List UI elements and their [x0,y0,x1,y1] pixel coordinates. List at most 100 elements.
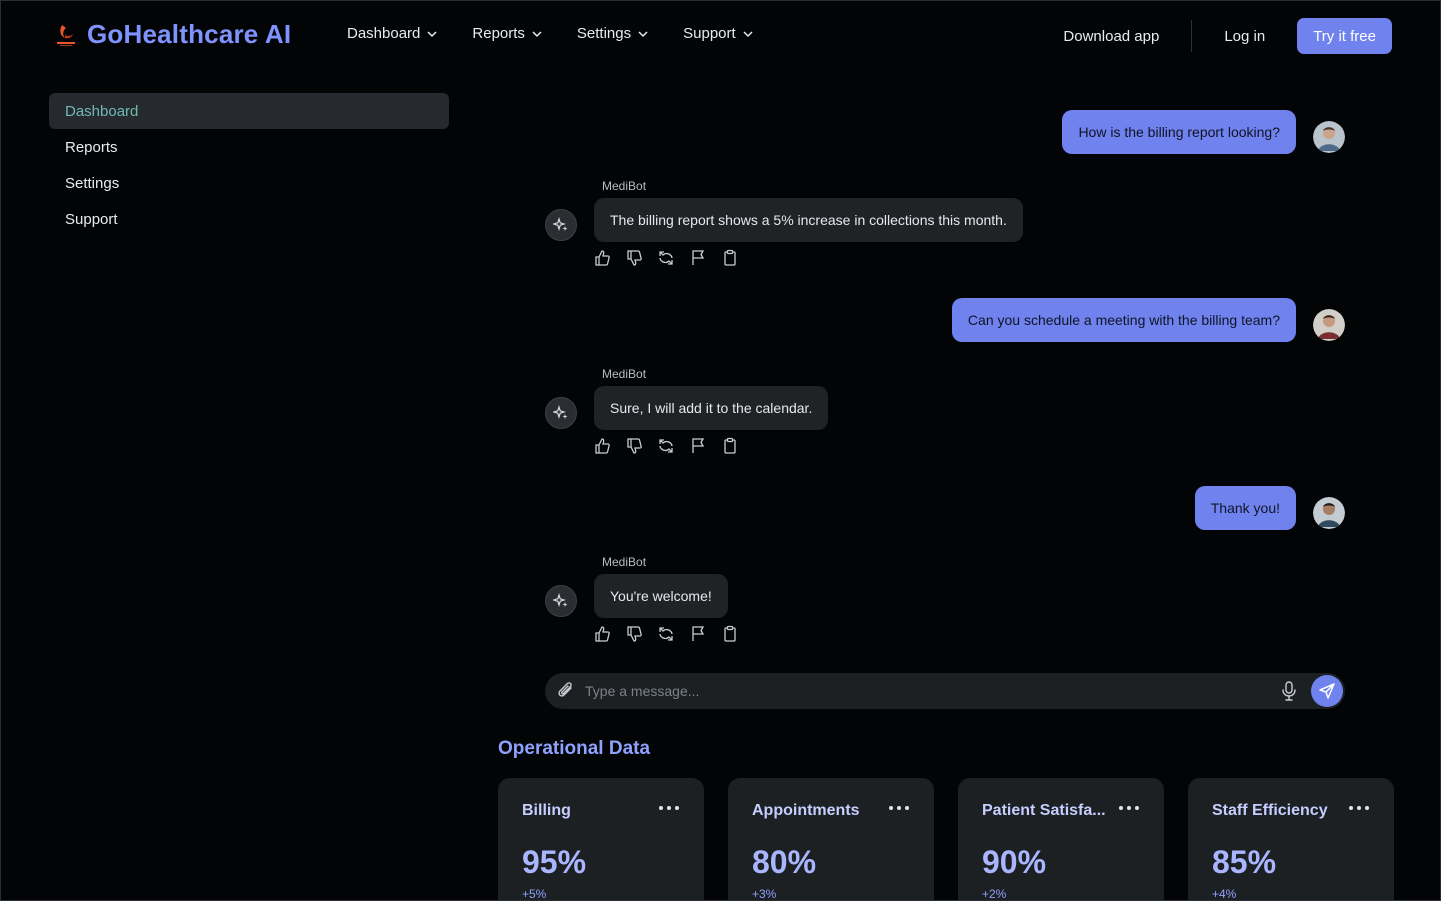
message-actions [593,437,739,455]
message-input[interactable] [585,683,1265,699]
sidebar-item-label: Reports [65,138,118,156]
paperclip-icon[interactable] [555,680,577,702]
message-text: Can you schedule a meeting with the bill… [967,312,1280,328]
flag-icon[interactable] [689,437,707,455]
chevron-down-icon [532,30,542,37]
more-options-icon[interactable] [658,804,680,812]
send-button[interactable] [1311,675,1343,707]
message-text: The billing report shows a 5% increase i… [610,212,1007,228]
nav-label: Dashboard [347,25,421,42]
metric-card-staff-efficiency[interactable]: Staff Efficiency 85% +4% [1188,778,1394,901]
nav-settings[interactable]: Settings [577,25,649,42]
thumbs-down-icon[interactable] [625,625,643,643]
brand-logo[interactable]: GoHealthcare AI [53,19,291,50]
sidebar-item-label: Dashboard [65,102,139,120]
section-title: Operational Data [498,738,651,759]
thumbs-up-icon[interactable] [593,437,611,455]
card-delta: +4% [1212,887,1237,901]
metric-cards: Billing 95% +5% Appointments 80% +3% Pat… [498,778,1394,901]
sidebar-item-label: Settings [65,174,120,192]
bot-avatar [545,397,577,429]
bot-avatar [545,209,577,241]
send-icon [1319,683,1335,699]
regenerate-icon[interactable] [657,249,675,267]
card-title: Patient Satisfa... [982,802,1106,819]
download-app-link[interactable]: Download app [1063,28,1159,45]
chevron-down-icon [638,30,648,37]
bot-name: MediBot [602,367,647,381]
main-nav: Dashboard Reports Settings Support [347,25,788,42]
message-text: You're welcome! [610,588,712,604]
bot-name: MediBot [602,179,647,193]
brand-name: GoHealthcare AI [87,19,292,49]
sidebar-item-dashboard[interactable]: Dashboard [49,93,449,129]
nav-label: Reports [472,25,525,42]
bot-name: MediBot [602,555,647,569]
sidebar: Dashboard Reports Settings Support [49,93,449,237]
nav-label: Settings [576,25,632,42]
sparkle-icon [553,217,568,231]
header-divider [1191,20,1193,52]
nav-reports[interactable]: Reports [472,25,543,42]
user-message: How is the billing report looking? [1062,110,1296,154]
message-actions [593,625,739,643]
card-delta: +2% [982,887,1007,901]
flag-icon[interactable] [689,249,707,267]
nav-dashboard[interactable]: Dashboard [347,25,438,42]
bot-avatar [545,585,577,617]
nav-label: Support [683,25,736,42]
card-value: 95% [522,844,587,880]
login-link[interactable]: Log in [1224,28,1265,45]
regenerate-icon[interactable] [657,437,675,455]
card-title: Staff Efficiency [1212,802,1328,819]
thumbs-up-icon[interactable] [593,249,611,267]
thumbs-up-icon[interactable] [593,625,611,643]
metric-card-billing[interactable]: Billing 95% +5% [498,778,704,901]
chevron-down-icon [427,30,437,37]
thumbs-down-icon[interactable] [625,249,643,267]
try-free-button[interactable]: Try it free [1297,18,1392,54]
message-text: Sure, I will add it to the calendar. [610,400,813,416]
regenerate-icon[interactable] [657,625,675,643]
user-avatar-icon [1313,309,1345,341]
card-value: 85% [1212,844,1277,880]
top-header: GoHealthcare AI Dashboard Reports Settin… [1,1,1440,71]
logo-mark-icon [57,24,75,46]
sidebar-item-label: Support [65,210,118,228]
metric-card-patient-satisfaction[interactable]: Patient Satisfa... 90% +2% [958,778,1164,901]
clipboard-icon[interactable] [721,437,739,455]
user-avatar[interactable] [1313,309,1345,341]
user-avatar[interactable] [1313,497,1345,529]
card-delta: +3% [752,887,777,901]
microphone-icon[interactable] [1277,679,1301,703]
header-actions: Download app Log in Try it free [1063,18,1392,54]
message-actions [593,249,739,267]
user-avatar[interactable] [1313,121,1345,153]
user-avatar-icon [1313,121,1345,153]
chevron-down-icon [743,30,753,37]
sidebar-item-reports[interactable]: Reports [49,129,449,165]
more-options-icon[interactable] [1118,804,1140,812]
bot-message: You're welcome! [594,574,728,618]
card-value: 80% [752,844,817,880]
card-title: Appointments [752,802,860,819]
thumbs-down-icon[interactable] [625,437,643,455]
card-title: Billing [522,802,571,819]
clipboard-icon[interactable] [721,249,739,267]
flag-icon[interactable] [689,625,707,643]
sidebar-item-support[interactable]: Support [49,201,449,237]
bot-message: Sure, I will add it to the calendar. [594,386,829,430]
metric-card-appointments[interactable]: Appointments 80% +3% [728,778,934,901]
user-message: Can you schedule a meeting with the bill… [951,298,1296,342]
card-value: 90% [982,844,1047,880]
more-options-icon[interactable] [888,804,910,812]
clipboard-icon[interactable] [721,625,739,643]
user-avatar-icon [1313,497,1345,529]
nav-support[interactable]: Support [683,25,754,42]
sidebar-item-settings[interactable]: Settings [49,165,449,201]
message-text: Thank you! [1210,500,1280,516]
app-window: GoHealthcare AI Dashboard Reports Settin… [0,0,1441,901]
more-options-icon[interactable] [1348,804,1370,812]
card-delta: +5% [522,887,547,901]
sparkle-icon [553,593,568,607]
